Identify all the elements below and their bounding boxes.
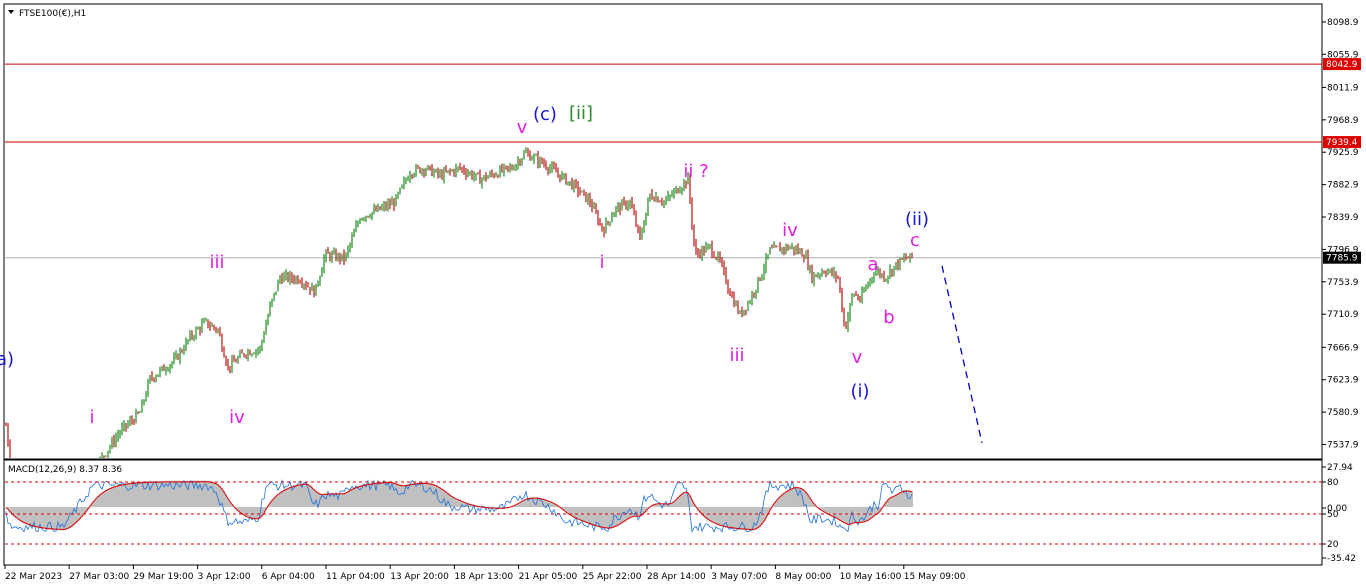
price-tick-label: 7839.9 (1327, 213, 1359, 223)
price-tick-label: 7623.9 (1327, 376, 1359, 386)
macd-panel-frame (3, 459, 1323, 566)
macd-tick-label: -35.42 (1327, 554, 1356, 564)
price-tick-label: 7882.9 (1327, 181, 1359, 191)
price-tick-label: 7753.9 (1327, 278, 1359, 288)
wave-label: iii (209, 252, 224, 273)
price-tag-label: 7785.9 (1326, 254, 1358, 264)
time-tick-label: 8 May 00:00 (775, 572, 831, 582)
price-chart[interactable]: FTSE100(€),H1 a)iiiiivv(c) [ii]iii ?iviii… (0, 0, 1366, 588)
price-tick-label: 7666.9 (1327, 343, 1359, 353)
time-tick-label: 25 Apr 22:00 (583, 572, 642, 582)
time-tick-label: 22 Mar 2023 (5, 572, 62, 582)
symbol-title[interactable]: FTSE100(€),H1 (8, 9, 86, 19)
time-tick-label: 21 Apr 05:00 (519, 572, 578, 582)
price-tick-label: 8011.9 (1327, 83, 1359, 93)
wave-label: (c) (533, 104, 557, 125)
price-tag-label: 8042.9 (1326, 60, 1358, 70)
wave-label: iii (729, 345, 744, 366)
price-tick-label: 7925.9 (1327, 148, 1359, 158)
wave-label: v (852, 347, 863, 368)
time-tick-label: 13 Apr 20:00 (390, 572, 449, 582)
macd-tick-label: 50 (1327, 510, 1339, 520)
wave-label: [ii] (569, 103, 593, 124)
wave-label: c (910, 230, 920, 251)
price-tick-label: 8098.9 (1327, 18, 1359, 28)
price-tag-label: 7939.4 (1326, 138, 1358, 148)
wave-label: (i) (850, 381, 869, 402)
wave-label: i (599, 252, 604, 273)
wave-label: v (517, 117, 528, 138)
wave-label: iv (229, 407, 245, 428)
time-tick-label: 3 May 07:00 (711, 572, 767, 582)
wave-label: a) (0, 349, 14, 370)
macd-tick-label: 80 (1327, 478, 1339, 488)
time-tick-label: 18 Apr 13:00 (454, 572, 513, 582)
time-tick-label: 10 May 16:00 (840, 572, 902, 582)
time-tick-label: 3 Apr 12:00 (198, 572, 251, 582)
time-tick-label: 27 Mar 03:00 (69, 572, 129, 582)
time-tick-label: 11 Apr 04:00 (326, 572, 385, 582)
macd-tick-label: 27.94 (1327, 463, 1353, 473)
wave-label: ii ? (683, 161, 708, 182)
wave-label: b (883, 307, 894, 328)
time-tick-label: 6 Apr 04:00 (262, 572, 315, 582)
wave-label: iv (782, 220, 798, 241)
price-tick-label: 7968.9 (1327, 116, 1359, 126)
main-chart-frame (3, 3, 1323, 460)
time-tick-label: 15 May 09:00 (904, 572, 966, 582)
time-tick-label: 29 Mar 19:00 (133, 572, 193, 582)
macd-label: MACD(12,26,9) 8.37 8.36 (8, 465, 122, 475)
price-tick-label: 7580.9 (1327, 408, 1359, 418)
wave-label: a (867, 254, 878, 275)
time-tick-label: 28 Apr 14:00 (647, 572, 706, 582)
wave-label: (ii) (905, 209, 929, 230)
price-tick-label: 7537.9 (1327, 441, 1359, 451)
symbol-label: FTSE100(€),H1 (19, 9, 86, 19)
macd-tick-label: 20 (1327, 540, 1339, 550)
price-tick-label: 7710.9 (1327, 310, 1359, 320)
wave-label: i (89, 407, 94, 428)
